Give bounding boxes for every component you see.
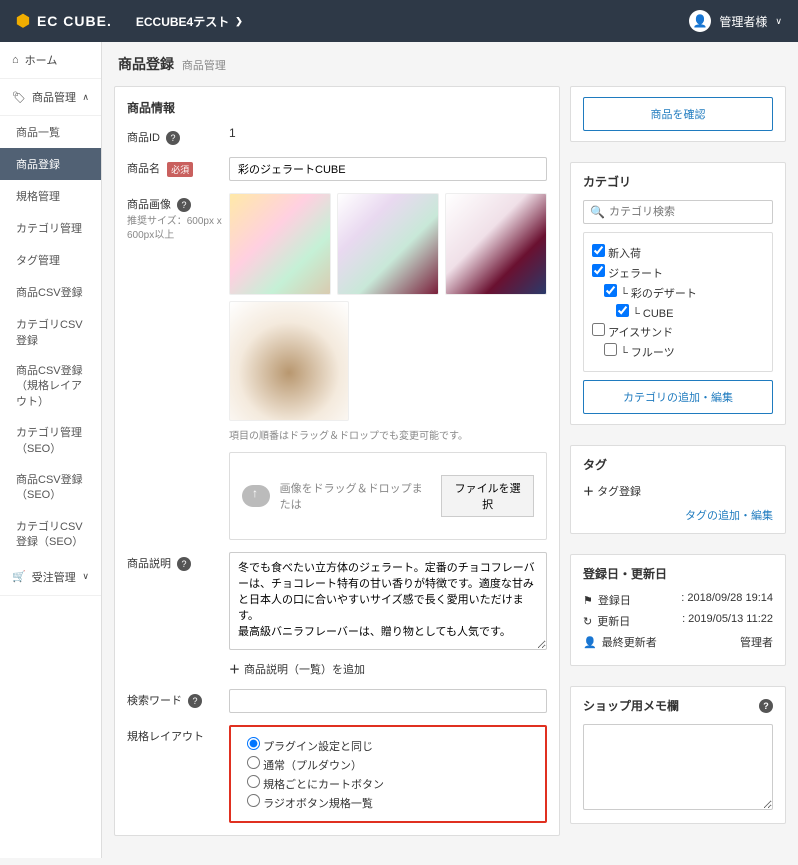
nav-sub-list[interactable]: 商品一覧 [0, 116, 101, 148]
category-edit-button[interactable]: カテゴリの追加・編集 [583, 380, 773, 414]
nav-order-mgmt[interactable]: 🛒 受注管理 ∨ [0, 559, 101, 596]
nav-sub-csv-cat-seo[interactable]: カテゴリCSV登録（SEO） [0, 512, 101, 559]
value-id: 1 [229, 126, 547, 145]
user-icon: 👤 [583, 636, 597, 649]
nav-home[interactable]: ⌂ ホーム [0, 42, 101, 79]
help-icon[interactable]: ? [177, 557, 191, 571]
cat-item[interactable]: └ フルーツ [592, 343, 764, 360]
flag-icon: ⚑ [583, 594, 593, 607]
radio-normal-pulldown[interactable]: 通常（プルダウン） [247, 756, 529, 773]
category-search-input[interactable] [605, 201, 766, 223]
input-keyword[interactable] [229, 689, 547, 713]
required-badge: 必須 [167, 162, 193, 177]
product-image-3[interactable] [445, 193, 547, 295]
chevron-down-icon: ∨ [82, 571, 89, 582]
label-desc: 商品説明 [127, 558, 171, 570]
page-title-main: 商品登録 [118, 56, 174, 72]
radio-radio-spec-list[interactable]: ラジオボタン規格一覧 [247, 794, 529, 811]
nav-sub-spec[interactable]: 規格管理 [0, 180, 101, 212]
breadcrumb: 商品管理 [182, 60, 226, 72]
confirm-product-button[interactable]: 商品を確認 [583, 97, 773, 131]
cat-item[interactable]: アイスサンド [592, 323, 764, 340]
label-name: 商品名 [127, 163, 160, 175]
label-keyword: 検索ワード [127, 695, 182, 707]
user-menu[interactable]: 👤 管理者様 ∨ [689, 10, 782, 32]
nav-sub-register[interactable]: 商品登録 [0, 148, 101, 180]
help-icon[interactable]: ? [166, 131, 180, 145]
dropzone-text: 画像をドラッグ＆ドロップまたは [280, 480, 432, 512]
search-icon: 🔍 [590, 205, 605, 219]
meta-v: : 2018/09/28 19:14 [681, 592, 773, 608]
site-name: ECCUBE4テスト [136, 13, 229, 30]
label-image-hint: 推奨サイズ：600px x 600px以上 [127, 215, 229, 243]
page-title: 商品登録 商品管理 [114, 54, 786, 74]
spec-layout-radios: プラグイン設定と同じ 通常（プルダウン） 規格ごとにカートボタン ラジオボタン規… [229, 725, 547, 823]
product-image-4[interactable] [229, 301, 349, 421]
cube-icon: ⬢ [16, 11, 31, 31]
product-image-1[interactable] [229, 193, 331, 295]
nav-sub-csv-category[interactable]: カテゴリCSV登録 [0, 308, 101, 356]
nav-product-mgmt[interactable]: 🏷 商品管理 ∧ [0, 79, 101, 116]
radio-per-spec-cart[interactable]: 規格ごとにカートボタン [247, 775, 529, 792]
image-order-hint: 項目の順番はドラッグ＆ドロップでも変更可能です。 [229, 427, 547, 442]
add-desc-label: 商品説明（一覧）を追加 [244, 664, 365, 676]
nav-order-label: 受注管理 [32, 569, 76, 585]
upload-icon [242, 485, 270, 507]
chevron-up-icon: ∧ [82, 92, 89, 103]
help-icon[interactable]: ? [188, 694, 202, 708]
label-id: 商品ID [127, 132, 160, 144]
shop-memo-textarea[interactable] [583, 724, 773, 810]
image-dropzone[interactable]: 画像をドラッグ＆ドロップまたは ファイルを選択 [229, 452, 547, 540]
nav-sub-csv-product[interactable]: 商品CSV登録 [0, 276, 101, 308]
nav-product-label: 商品管理 [32, 89, 76, 105]
product-image-2[interactable] [337, 193, 439, 295]
nav-sub-category[interactable]: カテゴリ管理 [0, 212, 101, 244]
site-selector[interactable]: ECCUBE4テスト ❯ [136, 13, 243, 30]
section-product-info: 商品情報 [127, 99, 547, 116]
user-name: 管理者様 [719, 13, 767, 30]
tag-icon: 🏷 [12, 91, 26, 104]
textarea-description[interactable]: 冬でも食べたい立方体のジェラート。定番のチョコフレーバーは、チョコレート特有の甘… [229, 552, 547, 650]
section-tag: タグ [583, 456, 773, 473]
home-icon: ⌂ [12, 54, 19, 66]
tag-edit-link[interactable]: タグの追加・編集 [583, 507, 773, 523]
label-image: 商品画像 [127, 199, 171, 211]
meta-k: 登録日 [598, 592, 631, 608]
cat-item[interactable]: ジェラート [592, 264, 764, 281]
meta-v: : 2019/05/13 11:22 [682, 613, 773, 629]
nav-sub-csv-product-seo[interactable]: 商品CSV登録（SEO） [0, 465, 101, 512]
radio-plugin-default[interactable]: プラグイン設定と同じ [247, 737, 529, 754]
meta-v: 管理者 [740, 634, 773, 650]
category-list: 新入荷 ジェラート └ 彩のデザート └ CUBE アイスサンド └ フルーツ [583, 232, 773, 372]
avatar-icon: 👤 [689, 10, 711, 32]
section-category: カテゴリ [583, 173, 773, 190]
tag-register[interactable]: ＋ タグ登録 [583, 483, 773, 499]
nav-sub-tag[interactable]: タグ管理 [0, 244, 101, 276]
label-layout: 規格レイアウト [127, 731, 204, 743]
logo[interactable]: ⬢ EC CUBE. [16, 11, 112, 31]
chevron-down-icon: ∨ [775, 16, 782, 27]
cat-item[interactable]: 新入荷 [592, 244, 764, 261]
nav-sub-cat-seo[interactable]: カテゴリ管理（SEO） [0, 418, 101, 465]
cart-icon: 🛒 [12, 570, 26, 583]
plus-icon: ＋ [583, 486, 594, 498]
input-name[interactable] [229, 157, 547, 181]
meta-k: 最終更新者 [602, 634, 657, 650]
chevron-right-icon: ❯ [235, 16, 243, 27]
plus-icon: ＋ [229, 664, 240, 676]
cat-item[interactable]: └ 彩のデザート [592, 284, 764, 301]
file-select-button[interactable]: ファイルを選択 [441, 475, 534, 517]
help-icon[interactable]: ? [759, 699, 773, 713]
logo-text: EC CUBE. [37, 13, 112, 29]
meta-k: 更新日 [597, 613, 630, 629]
section-memo: ショップ用メモ欄 [583, 697, 679, 714]
cat-item[interactable]: └ CUBE [592, 304, 764, 320]
section-meta: 登録日・更新日 [583, 565, 773, 582]
help-icon[interactable]: ? [177, 198, 191, 212]
add-description-list[interactable]: ＋ 商品説明（一覧）を追加 [229, 661, 547, 677]
nav-home-label: ホーム [25, 52, 58, 68]
nav-sub-csv-spec[interactable]: 商品CSV登録（規格レイアウト） [0, 356, 101, 418]
refresh-icon: ↻ [583, 615, 592, 628]
